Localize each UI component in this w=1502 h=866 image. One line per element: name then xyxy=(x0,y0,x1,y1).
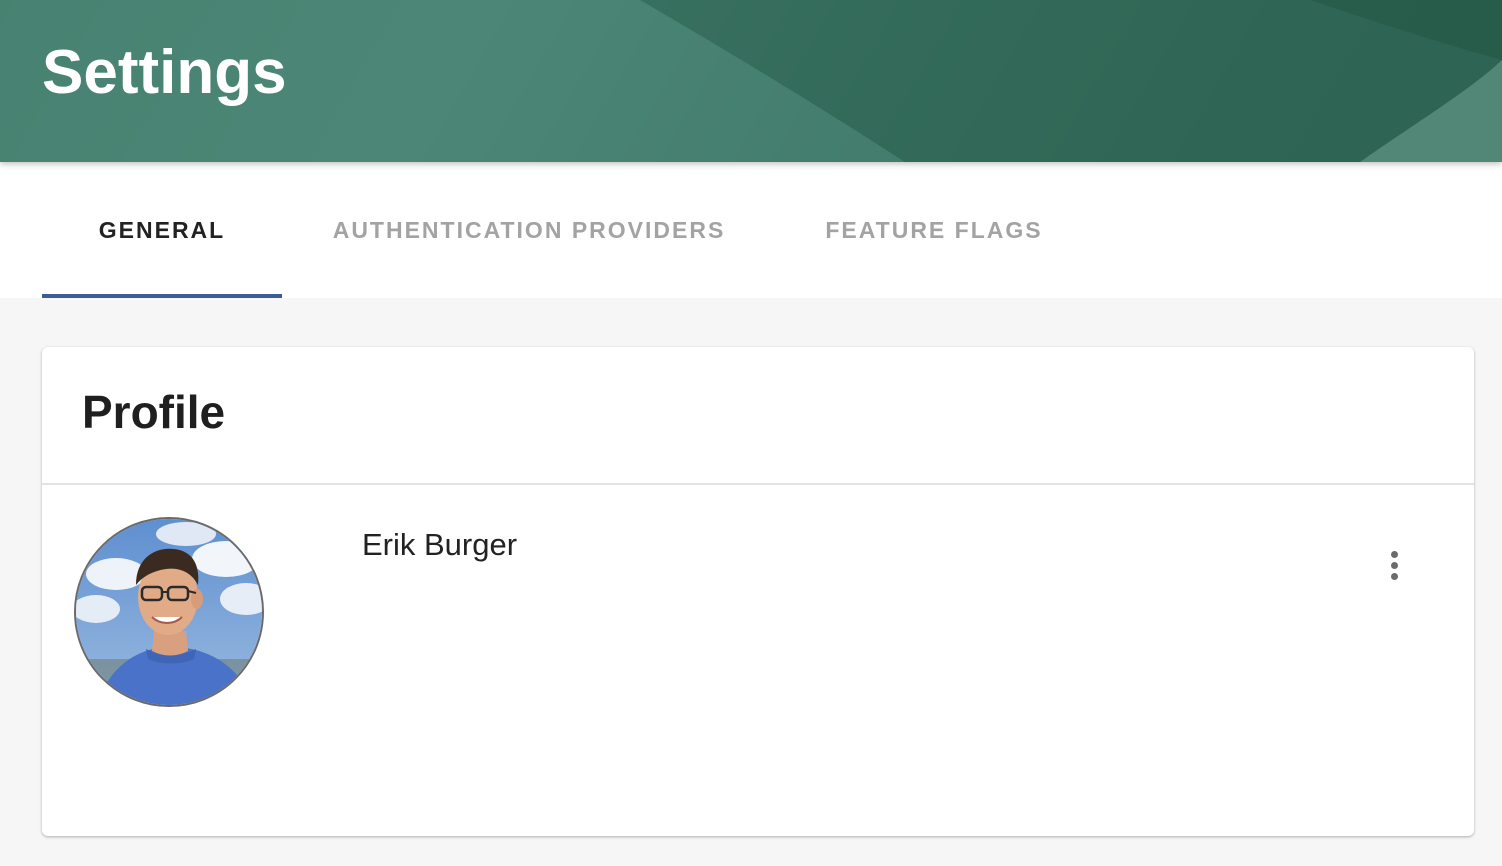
more-vertical-icon[interactable] xyxy=(1376,543,1412,587)
tab-authentication-providers-label: AUTHENTICATION PROVIDERS xyxy=(332,216,726,243)
more-dot xyxy=(1390,550,1398,558)
tab-authentication-providers[interactable]: AUTHENTICATION PROVIDERS xyxy=(306,162,752,298)
more-dot xyxy=(1390,561,1398,569)
profile-card-title: Profile xyxy=(82,386,226,438)
profile-name: Erik Burger xyxy=(362,527,518,562)
settings-tabs: GENERAL AUTHENTICATION PROVIDERS FEATURE… xyxy=(0,162,1502,298)
profile-card: Profile Erik Burger xyxy=(42,347,1474,836)
tab-feature-flags[interactable]: FEATURE FLAGS xyxy=(800,162,1068,298)
more-dot xyxy=(1390,572,1398,580)
user-avatar[interactable] xyxy=(74,517,264,707)
page-title: Settings xyxy=(42,38,287,107)
tab-general[interactable]: GENERAL xyxy=(42,162,282,298)
card-divider xyxy=(42,483,1474,485)
active-tab-indicator xyxy=(42,294,282,298)
tab-feature-flags-label: FEATURE FLAGS xyxy=(825,216,1043,243)
page-header: Settings xyxy=(0,0,1502,162)
tab-general-label: GENERAL xyxy=(98,216,226,243)
avatar-photo xyxy=(76,519,262,705)
